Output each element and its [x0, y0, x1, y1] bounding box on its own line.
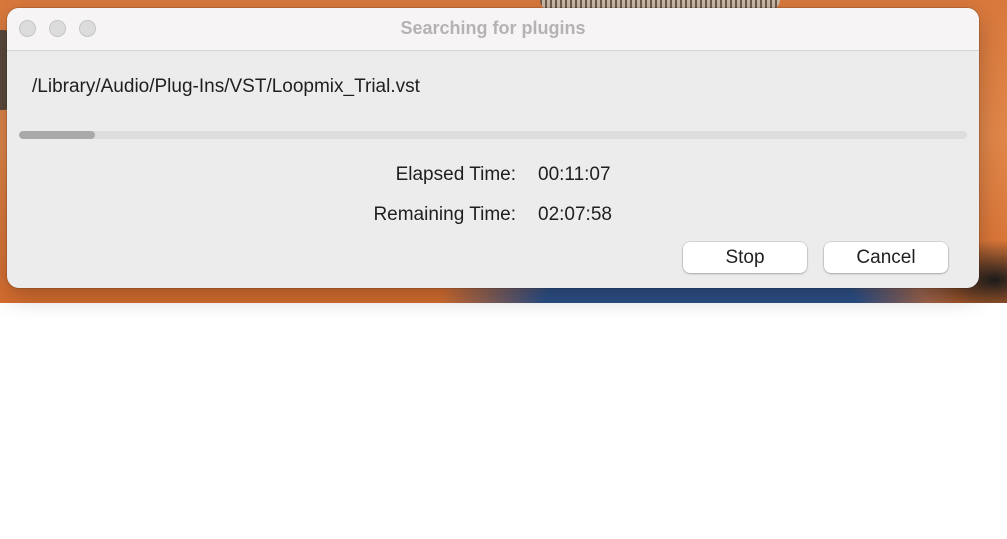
scan-progress-bar — [19, 131, 967, 139]
cancel-button[interactable]: Cancel — [824, 242, 948, 273]
remaining-time-row: Remaining Time: 02:07:58 — [7, 204, 979, 228]
screen: Searching for plugins /Library/Audio/Plu… — [0, 0, 1007, 539]
remaining-time-label: Remaining Time: — [373, 204, 516, 225]
elapsed-time-label: Elapsed Time: — [395, 164, 516, 185]
current-plugin-path: /Library/Audio/Plug-Ins/VST/Loopmix_Tria… — [32, 76, 420, 97]
elapsed-time-row: Elapsed Time: 00:11:07 — [7, 164, 979, 188]
scan-progress-fill — [19, 131, 95, 139]
plugin-scan-dialog: Searching for plugins /Library/Audio/Plu… — [7, 8, 979, 288]
elapsed-time-value: 00:11:07 — [538, 164, 611, 185]
remaining-time-value: 02:07:58 — [538, 204, 612, 225]
stop-button[interactable]: Stop — [683, 242, 807, 273]
title-bar[interactable]: Searching for plugins — [7, 8, 979, 51]
window-title: Searching for plugins — [400, 18, 586, 38]
